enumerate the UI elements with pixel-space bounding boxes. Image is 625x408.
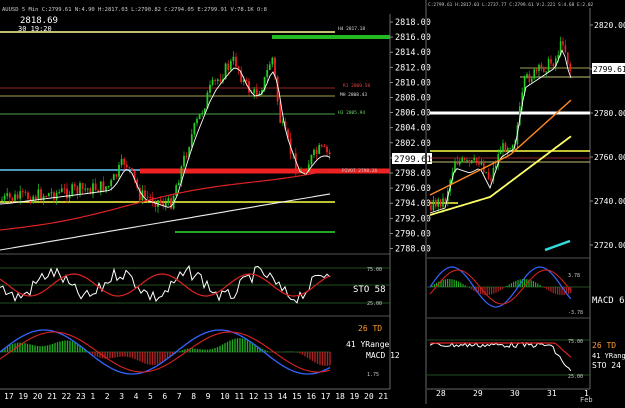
right-time-tick: 31	[547, 389, 557, 398]
right-x-month: Feb	[580, 396, 593, 404]
right-td-label: 26 TD	[592, 341, 616, 350]
left-time-tick: 7	[177, 392, 182, 401]
right-macd-label: MACD 6	[592, 296, 625, 306]
left-time-tick: 2	[105, 392, 110, 401]
left-time-tick: 21	[378, 392, 388, 401]
right-last-price: 2799.61	[593, 65, 625, 74]
trading-chart-workspace: AUUSD 5 Min C:2799.61 N:4.90 H:2817.03 L…	[0, 0, 625, 404]
macd-label: MACD 12	[366, 351, 400, 360]
right-sto-level-25: 25.00	[568, 374, 583, 380]
right-time-tick: 29	[473, 389, 483, 398]
right-chart-header: C:2799.61 H:2817.03 L:2737.77 C:2799.61 …	[428, 2, 594, 8]
sto-level-25: 25.00	[367, 301, 382, 307]
left-time-tick: 14	[278, 392, 288, 401]
td-label: 26 TD	[358, 324, 382, 333]
left-time-tick: 10	[220, 392, 230, 401]
level-pivot-label: PIVOT 2798.26	[342, 168, 378, 174]
level-h3-label: H3 2805.94	[338, 110, 365, 116]
macd-level: 1.75	[367, 372, 379, 378]
right-price-tick: 2760.00	[594, 153, 625, 162]
left-time-tick: 18	[335, 392, 345, 401]
left-time-tick: 6	[162, 392, 167, 401]
right-time-tick: 30	[510, 389, 520, 398]
left-time-tick: 8	[191, 392, 196, 401]
sto-level-75: 75.00	[367, 267, 382, 273]
left-time-tick: 23	[76, 392, 86, 401]
right-time-tick: 28	[436, 389, 446, 398]
left-time-tick: 16	[306, 392, 316, 401]
left-time-tick: 4	[134, 392, 139, 401]
left-time-tick: 19	[18, 392, 28, 401]
left-time-tick: 5	[148, 392, 153, 401]
left-time-tick: 21	[47, 392, 57, 401]
level-mh-label: MH 2808.43	[340, 92, 367, 98]
left-time-tick: 20	[364, 392, 374, 401]
level-h4-label: H4 2817.18	[338, 26, 365, 32]
chart-canvas: AUUSD 5 Min C:2799.61 N:4.90 H:2817.03 L…	[0, 0, 625, 404]
right-yrange-label: 41 YRange	[592, 352, 625, 360]
level-r1-label: R1 2809.58	[343, 83, 370, 89]
left-time-tick: 12	[249, 392, 259, 401]
yrange-label: 41 YRange	[346, 340, 390, 349]
right-macd-level-bottom: -3.78	[568, 310, 583, 316]
right-price-tick: 2740.00	[594, 197, 625, 206]
left-time-tick: 17	[321, 392, 331, 401]
right-price-tick: 2820.00	[594, 21, 625, 30]
left-time-tick: 17	[4, 392, 14, 401]
left-time-tick: 1	[90, 392, 95, 401]
sto-label: STO 58	[353, 285, 386, 295]
left-chart-header: AUUSD 5 Min C:2799.61 N:4.90 H:2817.03 L…	[2, 7, 267, 13]
left-time-tick: 19	[350, 392, 360, 401]
left-time-tick: 11	[234, 392, 244, 401]
right-sto-level-75: 75.00	[568, 339, 583, 345]
right-price-tick: 2780.00	[594, 109, 625, 118]
left-time-tick: 22	[62, 392, 72, 401]
right-sto-label: STO 24	[592, 361, 621, 370]
right-macd-level-top: 3.78	[568, 273, 580, 279]
right-price-tick: 2720.00	[594, 241, 625, 250]
left-time-tick: 15	[292, 392, 302, 401]
left-time-tick: 20	[33, 392, 43, 401]
left-time-tick: 9	[206, 392, 211, 401]
left-time-tick: 3	[119, 392, 124, 401]
left-time-tick: 13	[263, 392, 273, 401]
